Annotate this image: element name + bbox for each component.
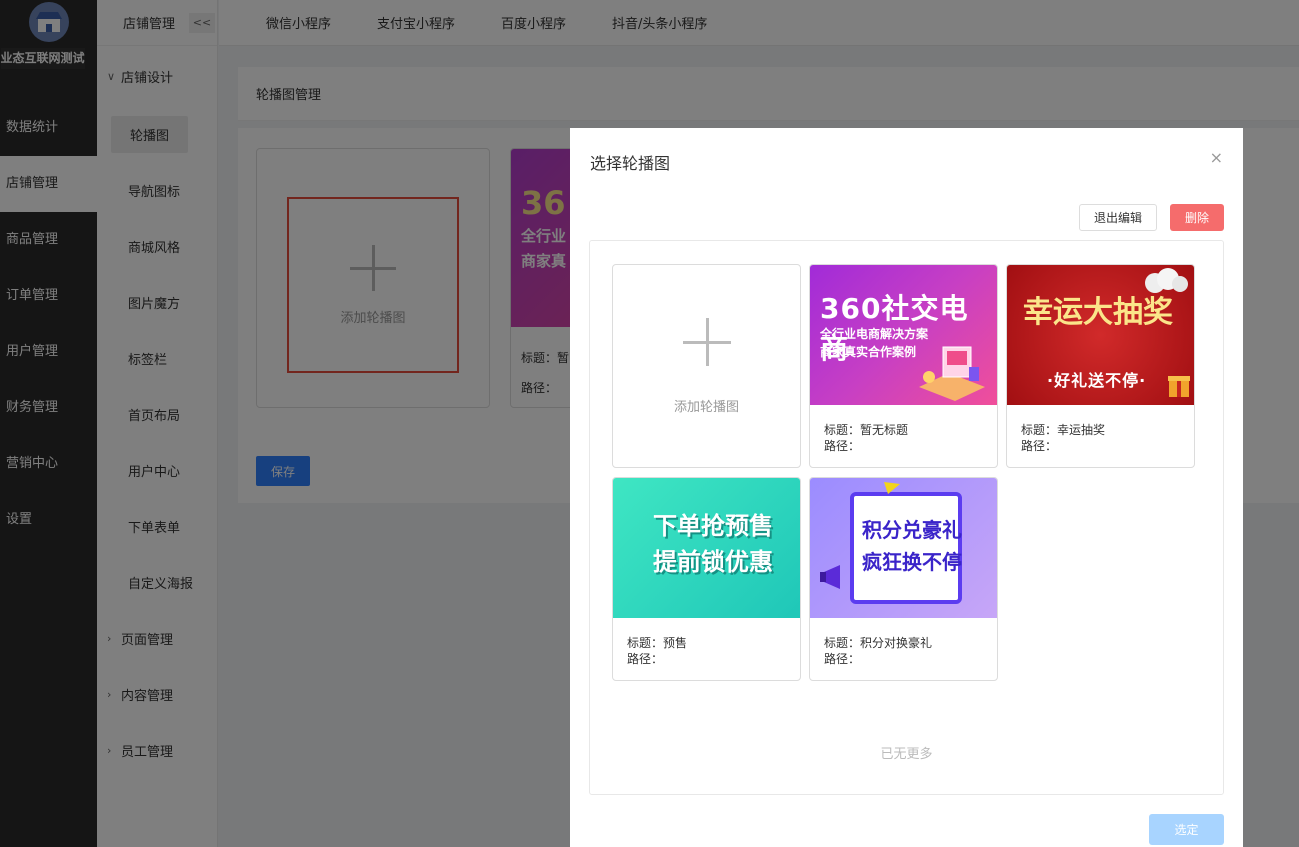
no-more-text: 已无更多 [880,747,933,762]
add-carousel-image-button[interactable]: 添加轮播图 [612,264,801,468]
plus-icon [682,317,731,366]
dialog-title: 选择轮播图 [590,154,671,173]
image-meta: 标题：积分对换豪礼 路径： [810,618,997,667]
banner-title: 积分兑豪礼 疯狂换不停 [862,514,962,578]
banner-line: 疯狂换不停 [862,550,962,574]
image-path-text: 路径： [824,652,861,666]
image-card[interactable]: 积分兑豪礼 疯狂换不停 标题：积分对换豪礼 路径： [809,477,998,681]
image-meta: 标题：幸运抽奖 路径： [1007,405,1194,454]
megaphone-icon [820,565,840,589]
banner-title: 下单抢预售 提前锁优惠 [653,508,773,580]
banner-subtitle: ·好礼送不停· [1047,371,1147,390]
add-carousel-label: 添加轮播图 [673,399,739,415]
banner-image: 积分兑豪礼 疯狂换不停 [810,478,997,618]
banner-image: 360社交电商 全行业电商解决方案 商家真实合作案例 [810,265,997,405]
cloud-icon [1145,268,1188,293]
shopping-illustration-icon [919,346,985,401]
image-meta: 标题：暂无标题 路径： [810,405,997,454]
image-grid: 添加轮播图 360社交电商 全行业电商解决方案 商家真实合作案例 标题：暂无标题… [589,240,1224,795]
image-meta: 标题：预售 路径： [613,618,800,667]
gift-box-icon [1168,376,1190,397]
banner-image: 下单抢预售 提前锁优惠 [613,478,800,618]
image-path-text: 路径： [1021,439,1058,453]
exit-edit-button[interactable]: 退出编辑 [1079,204,1157,231]
flag-icon [884,482,900,494]
image-path-text: 路径： [627,652,664,666]
image-path-text: 路径： [824,439,861,453]
confirm-select-button[interactable]: 选定 [1149,814,1224,845]
banner-line: 下单抢预售 [653,512,773,540]
delete-button[interactable]: 删除 [1170,204,1224,231]
image-title-text: 标题：幸运抽奖 [1021,423,1106,437]
image-card[interactable]: 下单抢预售 提前锁优惠 标题：预售 路径： [612,477,801,681]
banner-image: 幸运大抽奖 ·好礼送不停· [1007,265,1194,405]
image-title-text: 标题：预售 [627,636,688,650]
close-icon[interactable]: × [1210,148,1223,167]
banner-line: 提前锁优惠 [653,548,773,576]
banner-line: 积分兑豪礼 [862,518,962,542]
select-carousel-dialog: 选择轮播图 × 退出编辑 删除 添加轮播图 360社交电商 全行业电商解决方案 … [570,128,1243,847]
image-card[interactable]: 360社交电商 全行业电商解决方案 商家真实合作案例 标题：暂无标题 路径： [809,264,998,468]
image-title-text: 标题：积分对换豪礼 [824,636,933,650]
image-card[interactable]: 幸运大抽奖 ·好礼送不停· 标题：幸运抽奖 路径： [1006,264,1195,468]
image-title-text: 标题：暂无标题 [824,423,909,437]
